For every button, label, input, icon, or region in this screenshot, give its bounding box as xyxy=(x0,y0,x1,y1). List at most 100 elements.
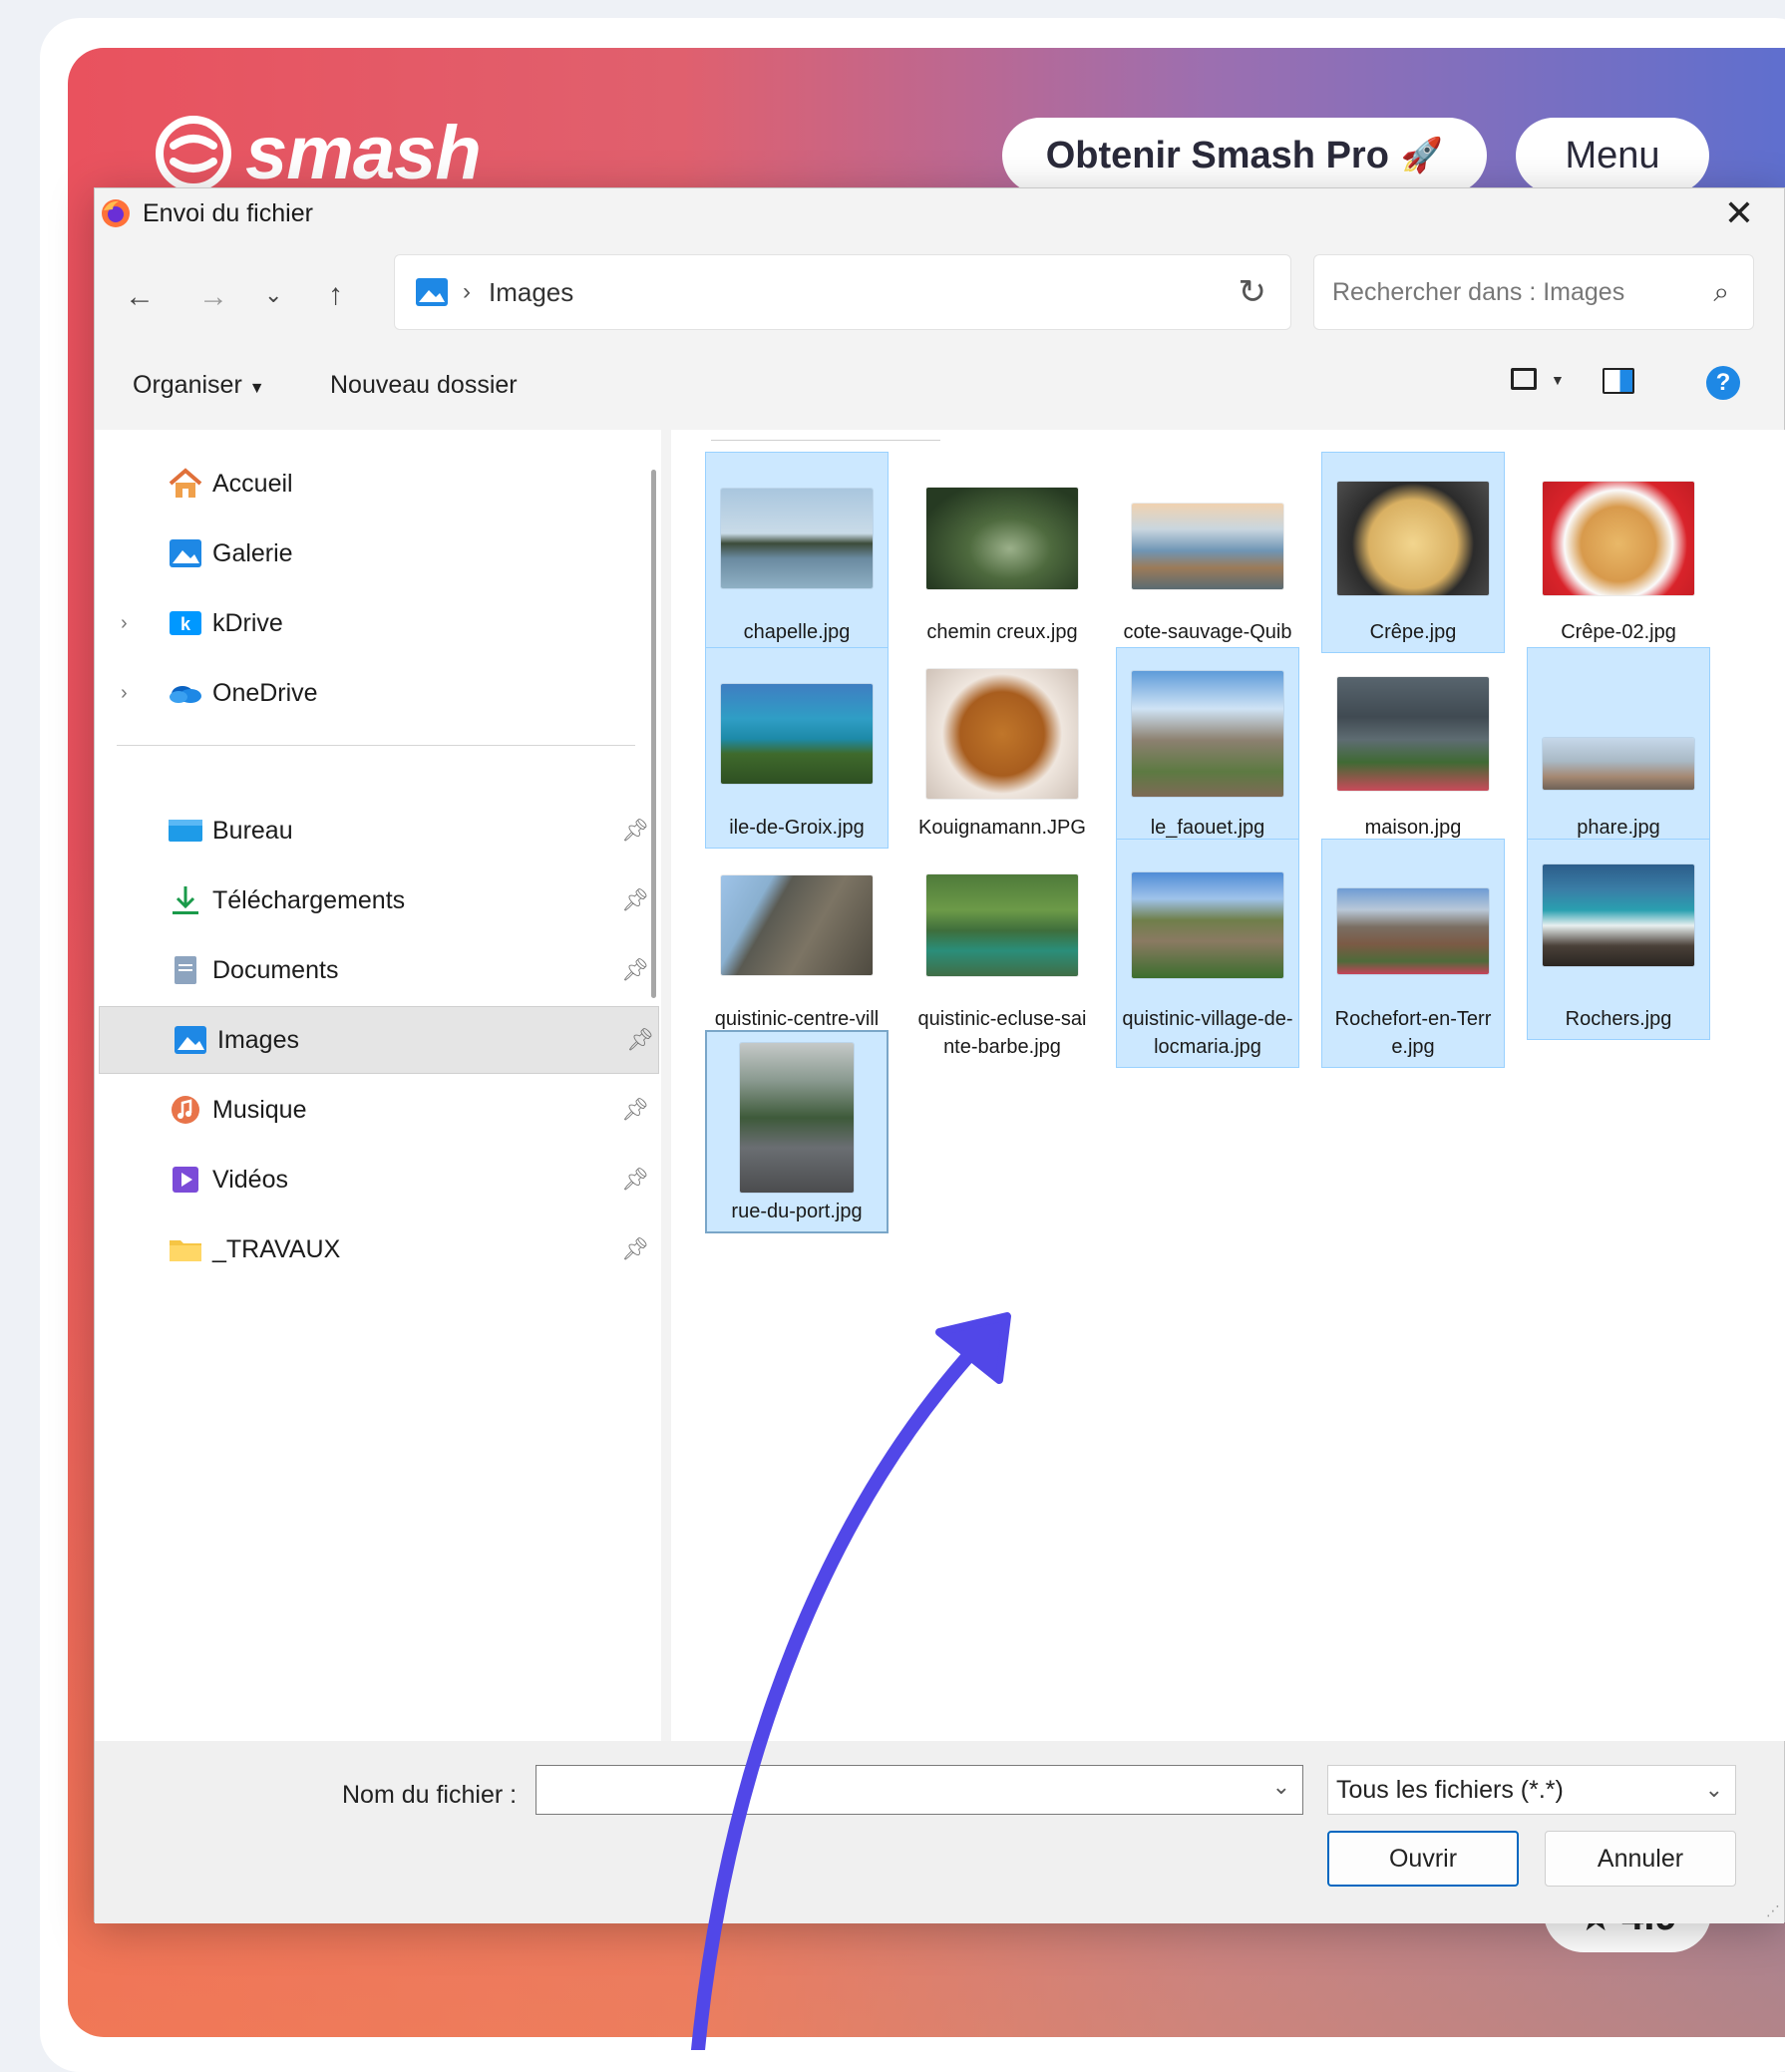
pin-icon[interactable]: 📌︎ xyxy=(626,1027,654,1053)
file-thumbnail xyxy=(926,669,1078,799)
home-icon xyxy=(167,467,204,501)
sidebar-item-documents[interactable]: Documents 📌︎ xyxy=(95,936,653,1004)
sidebar-item-label: OneDrive xyxy=(212,678,318,707)
dropdown-caret-icon: ▼ xyxy=(248,380,265,397)
view-dropdown-caret-icon[interactable]: ▼ xyxy=(1551,372,1565,388)
file-item[interactable]: le_faouet.jpg xyxy=(1116,647,1299,849)
get-pro-button[interactable]: Obtenir Smash Pro 🚀 xyxy=(1002,118,1487,193)
forward-arrow-icon[interactable]: → xyxy=(198,280,228,314)
file-item[interactable]: phare.jpg xyxy=(1527,647,1710,849)
search-box[interactable]: ⌕ xyxy=(1313,254,1754,330)
file-name: chemin creux.jpg xyxy=(926,621,1078,643)
sidebar-scrollbar[interactable] xyxy=(651,470,656,998)
file-name: Rochefort-en-Terre.jpg xyxy=(1334,1008,1492,1058)
cancel-button[interactable]: Annuler xyxy=(1545,1831,1736,1887)
file-name: Rochers.jpg xyxy=(1565,1008,1672,1030)
view-mode-icon[interactable] xyxy=(1511,368,1537,390)
images-icon xyxy=(172,1023,209,1057)
preview-pane-icon[interactable] xyxy=(1603,368,1634,394)
help-icon[interactable]: ? xyxy=(1706,366,1740,400)
dialog-title: Envoi du fichier xyxy=(143,198,313,227)
file-name: maison.jpg xyxy=(1364,817,1462,839)
file-thumbnail xyxy=(1543,738,1694,790)
firefox-icon xyxy=(102,199,130,227)
sidebar-item-label: Musique xyxy=(212,1095,307,1124)
documents-icon xyxy=(167,953,204,987)
file-item[interactable]: chemin creux.jpg xyxy=(910,452,1094,653)
file-thumbnail xyxy=(1132,504,1283,589)
filename-input[interactable]: ⌄ xyxy=(536,1765,1303,1815)
file-item[interactable]: chapelle.jpg xyxy=(705,452,889,653)
pin-icon[interactable]: 📌︎ xyxy=(621,1236,649,1262)
pin-icon[interactable]: 📌︎ xyxy=(621,887,649,913)
resize-grip-icon[interactable]: ⋰ xyxy=(1766,1902,1780,1919)
chevron-down-icon[interactable]: ⌄ xyxy=(1705,1777,1723,1803)
file-thumbnail xyxy=(1132,671,1283,797)
filetype-value: Tous les fichiers (*.*) xyxy=(1336,1775,1564,1804)
file-item[interactable]: ile-de-Groix.jpg xyxy=(705,647,889,849)
brand-name: smash xyxy=(245,111,482,195)
pin-icon[interactable]: 📌︎ xyxy=(621,1167,649,1193)
recent-locations-chevron-icon[interactable]: ⌄ xyxy=(264,282,282,308)
kdrive-icon: k xyxy=(167,606,204,640)
file-thumbnail xyxy=(926,488,1078,589)
chevron-down-icon[interactable]: ⌄ xyxy=(1272,1774,1290,1800)
search-icon[interactable]: ⌕ xyxy=(1713,276,1729,309)
file-thumbnail xyxy=(926,874,1078,976)
file-name: rue-du-port.jpg xyxy=(731,1201,863,1222)
file-item[interactable]: Crêpe.jpg xyxy=(1321,452,1505,653)
filetype-select[interactable]: Tous les fichiers (*.*) ⌄ xyxy=(1327,1765,1736,1815)
breadcrumb-separator-icon: › xyxy=(463,278,471,305)
file-item[interactable]: quistinic-village-de-locmaria.jpg xyxy=(1116,839,1299,1068)
file-thumbnail xyxy=(1543,864,1694,966)
file-item[interactable]: quistinic-ecluse-sainte-barbe.jpg xyxy=(910,839,1094,1068)
file-open-dialog: Envoi du fichier ✕ ← → ⌄ ↑ › Images ↻ ⌕ … xyxy=(94,187,1785,1923)
sidebar-item-travaux[interactable]: _TRAVAUX 📌︎ xyxy=(95,1215,653,1283)
expand-chevron-icon[interactable]: › xyxy=(121,682,128,705)
organize-menu[interactable]: Organiser ▼ xyxy=(133,371,265,400)
sidebar-item-label: Bureau xyxy=(212,816,293,845)
sidebar-item-label: Images xyxy=(217,1025,299,1054)
file-item[interactable]: Kouignamann.JPG xyxy=(910,647,1094,849)
file-name: phare.jpg xyxy=(1577,817,1660,839)
menu-button[interactable]: Menu xyxy=(1516,118,1709,193)
expand-chevron-icon[interactable]: › xyxy=(121,612,128,635)
close-icon[interactable]: ✕ xyxy=(1724,192,1754,234)
address-bar[interactable]: › Images ↻ xyxy=(394,254,1291,330)
sidebar-item-onedrive[interactable]: › OneDrive xyxy=(95,659,653,727)
rocket-icon: 🚀 xyxy=(1400,137,1444,174)
pin-icon[interactable]: 📌︎ xyxy=(621,957,649,983)
file-item[interactable]: Rochefort-en-Terre.jpg xyxy=(1321,839,1505,1068)
file-item[interactable]: maison.jpg xyxy=(1321,647,1505,849)
refresh-icon[interactable]: ↻ xyxy=(1239,272,1267,312)
file-thumbnail xyxy=(1337,482,1489,595)
sidebar-item-telechargements[interactable]: Téléchargements 📌︎ xyxy=(95,866,653,934)
file-list-pane: chapelle.jpg chemin creux.jpg cote-sauva… xyxy=(671,430,1785,1741)
file-item[interactable]: Crêpe-02.jpg xyxy=(1527,452,1710,653)
pin-icon[interactable]: 📌︎ xyxy=(621,818,649,844)
breadcrumb-images[interactable]: Images xyxy=(489,277,573,308)
up-arrow-icon[interactable]: ↑ xyxy=(328,278,343,312)
file-name: le_faouet.jpg xyxy=(1150,817,1265,839)
search-input[interactable] xyxy=(1332,277,1671,307)
file-item[interactable]: Rochers.jpg xyxy=(1527,839,1710,1040)
new-folder-button[interactable]: Nouveau dossier xyxy=(330,371,518,400)
group-separator xyxy=(711,440,940,441)
sidebar-item-kdrive[interactable]: › k kDrive xyxy=(95,589,653,657)
sidebar-item-images[interactable]: Images 📌︎ xyxy=(99,1006,659,1074)
file-name: chapelle.jpg xyxy=(743,621,851,643)
open-button[interactable]: Ouvrir xyxy=(1327,1831,1519,1887)
back-arrow-icon[interactable]: ← xyxy=(125,280,155,314)
sidebar-item-bureau[interactable]: Bureau 📌︎ xyxy=(95,797,653,864)
sidebar-item-musique[interactable]: Musique 📌︎ xyxy=(95,1076,653,1144)
file-thumbnail xyxy=(1337,888,1489,974)
pin-icon[interactable]: 📌︎ xyxy=(621,1097,649,1123)
sidebar-item-accueil[interactable]: Accueil xyxy=(95,450,653,518)
file-name: Kouignamann.JPG xyxy=(918,817,1086,839)
file-thumbnail xyxy=(721,875,873,975)
smash-logo[interactable]: smash xyxy=(152,110,482,196)
file-item[interactable]: rue-du-port.jpg xyxy=(705,1030,889,1233)
dialog-titlebar: Envoi du fichier ✕ xyxy=(95,188,1784,238)
sidebar-item-videos[interactable]: Vidéos 📌︎ xyxy=(95,1146,653,1213)
sidebar-item-galerie[interactable]: Galerie xyxy=(95,519,653,587)
